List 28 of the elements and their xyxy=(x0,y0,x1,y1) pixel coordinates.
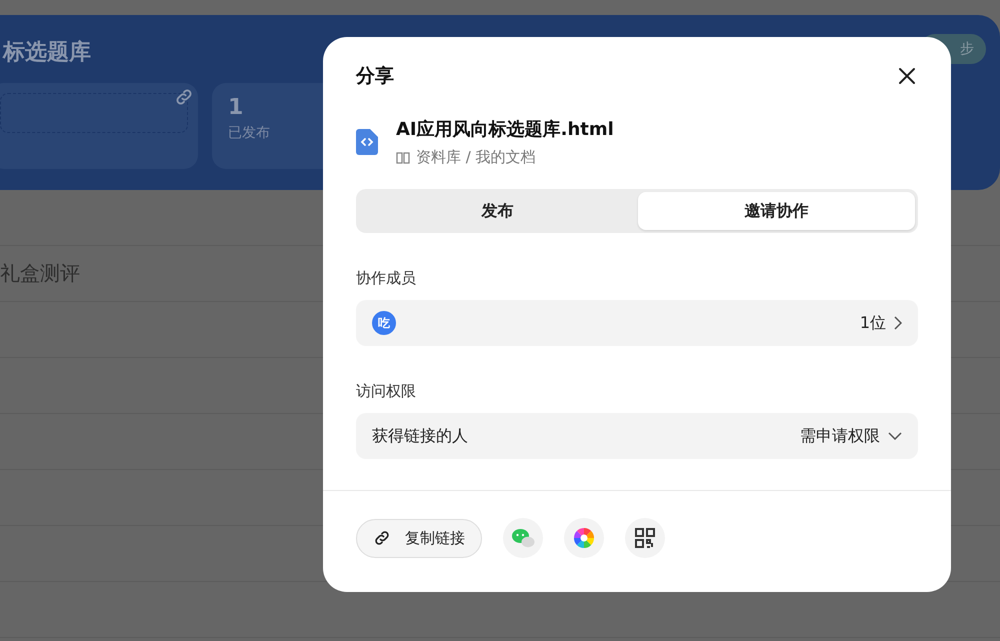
chevron-right-icon xyxy=(894,316,902,330)
close-button[interactable] xyxy=(896,65,918,87)
share-button[interactable] xyxy=(625,518,665,558)
access-scope: 获得链接的人 xyxy=(372,426,468,446)
members-row[interactable]: 吃 1位 xyxy=(356,300,918,346)
code-file-icon xyxy=(356,129,378,155)
dialog-title: 分享 xyxy=(356,64,394,89)
row-title: 礼盒测评 xyxy=(0,260,80,287)
book-icon xyxy=(396,152,410,164)
section-label: 协作成员 xyxy=(356,269,417,288)
link-icon xyxy=(373,529,391,547)
qr-code-icon xyxy=(635,528,655,548)
link-icon xyxy=(174,87,194,107)
aperture-icon xyxy=(573,527,595,549)
chevron-down-icon xyxy=(888,432,902,440)
tab[interactable]: 邀请协作 xyxy=(638,192,915,230)
file-name: AI应用风向标选题库.html xyxy=(396,118,614,141)
stat-value: 1 xyxy=(228,95,244,120)
user-avatar: 吃 xyxy=(372,311,396,335)
section-label: 访问权限 xyxy=(356,382,417,401)
page-title: 标选题库 xyxy=(1,38,91,67)
chat-bubbles-icon xyxy=(511,527,535,549)
permission-value: 需申请权限 xyxy=(800,426,880,446)
member-count: 1位 xyxy=(860,312,886,334)
copy-link-button[interactable]: 复制链接 xyxy=(356,518,482,558)
tab[interactable]: 发布 xyxy=(359,192,636,230)
access-select[interactable]: 获得链接的人 需申请权限 xyxy=(356,413,918,459)
file-path: 资料库 / 我的文档 xyxy=(416,148,536,167)
